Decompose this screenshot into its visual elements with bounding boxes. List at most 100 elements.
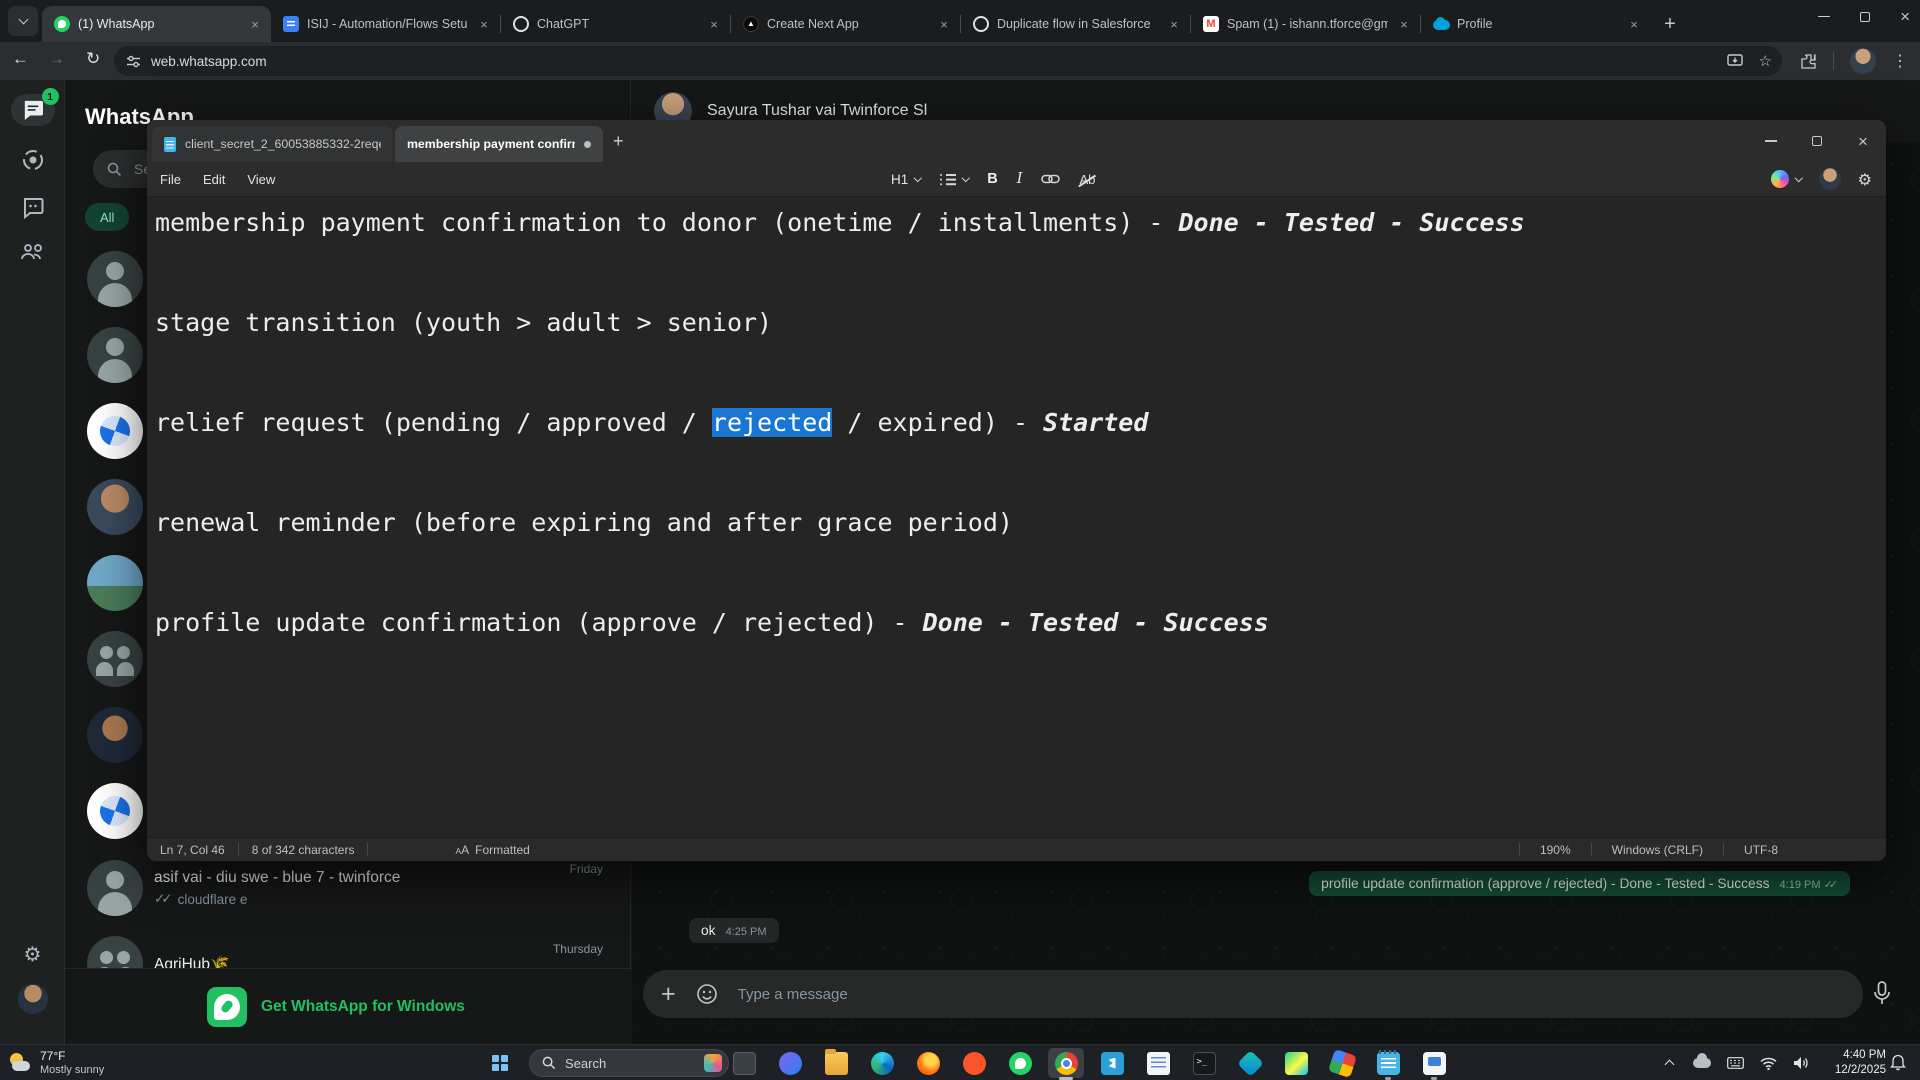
install-app-icon[interactable]: [1727, 54, 1743, 68]
forward-button[interactable]: →: [48, 49, 65, 69]
taskbar-app-devtool[interactable]: [1227, 1045, 1273, 1080]
browser-tab-6[interactable]: Spam (1) - ishann.tforce@gmai×: [1191, 6, 1420, 42]
taskbar-app-google-app[interactable]: [1319, 1045, 1365, 1080]
status-line-endings[interactable]: Windows (CRLF): [1592, 843, 1723, 857]
status-encoding[interactable]: UTF-8: [1724, 843, 1798, 857]
tab-close-icon[interactable]: ×: [1626, 16, 1642, 32]
taskbar-app-vscode[interactable]: [1089, 1045, 1135, 1080]
clock-time: 4:40 PM: [1812, 1048, 1886, 1063]
message-outgoing[interactable]: profile update confirmation (approve / r…: [1309, 871, 1850, 896]
notepad-tab-membership[interactable]: membership payment confirmation: [395, 126, 603, 162]
start-button[interactable]: [492, 1055, 508, 1071]
back-button[interactable]: ←: [12, 49, 29, 69]
taskbar-app-pycharm[interactable]: [1273, 1045, 1319, 1080]
wifi-icon[interactable]: [1759, 1057, 1777, 1070]
minimize-icon[interactable]: [1748, 120, 1794, 162]
extensions-icon[interactable]: [1800, 53, 1817, 70]
google-app-icon: [1328, 1049, 1357, 1078]
weather-condition: Mostly sunny: [40, 1064, 104, 1078]
menu-edit[interactable]: Edit: [192, 172, 236, 187]
get-whatsapp-banner[interactable]: Get WhatsApp for Windows: [65, 968, 631, 1044]
reload-button[interactable]: ↻: [86, 49, 100, 69]
taskbar-clock[interactable]: 4:40 PM 12/2/2025: [1812, 1048, 1886, 1078]
chat-timestamp: Thursday: [553, 942, 603, 956]
message-input[interactable]: + Type a message: [643, 970, 1863, 1018]
browser-tab-1[interactable]: (1) WhatsApp×: [42, 6, 271, 42]
taskbar-app-firefox[interactable]: [905, 1045, 951, 1080]
mic-icon[interactable]: [1872, 981, 1892, 1007]
address-bar[interactable]: web.whatsapp.com ☆: [114, 46, 1782, 76]
browser-tab-5[interactable]: Duplicate flow in Salesforce×: [961, 6, 1190, 42]
taskbar-app-edge[interactable]: [859, 1045, 905, 1080]
touch-keyboard-icon[interactable]: [1726, 1057, 1744, 1069]
taskbar-app-brave[interactable]: [951, 1045, 997, 1080]
tab-close-icon[interactable]: ×: [1396, 16, 1412, 32]
menu-file[interactable]: File: [149, 172, 192, 187]
sidebar-item-communities[interactable]: [0, 240, 65, 262]
browser-tab-7[interactable]: Profile×: [1421, 6, 1650, 42]
close-icon[interactable]: ×: [1900, 8, 1910, 25]
italic-button[interactable]: I: [1017, 171, 1023, 187]
menu-view[interactable]: View: [236, 172, 286, 187]
chat-list-item-asif[interactable]: asif vai - diu swe - blue 7 - twinforce …: [65, 850, 631, 926]
sidebar-item-settings[interactable]: ⚙: [0, 942, 65, 967]
new-tab-button[interactable]: +: [1656, 10, 1684, 38]
taskbar-app-whatsapp-desktop[interactable]: [997, 1045, 1043, 1080]
browser-tab-2[interactable]: ISIJ - Automation/Flows Setup -×: [271, 6, 500, 42]
sidebar-profile[interactable]: [0, 984, 65, 1014]
close-icon[interactable]: ×: [1840, 120, 1886, 162]
taskbar-app-desktops[interactable]: [721, 1045, 767, 1080]
tab-close-icon[interactable]: ×: [706, 16, 722, 32]
notepad-new-tab-button[interactable]: +: [613, 132, 624, 150]
maximize-icon[interactable]: [1794, 120, 1840, 162]
heading-dropdown[interactable]: H1: [891, 172, 921, 187]
taskbar-app-terminal[interactable]: [1181, 1045, 1227, 1080]
message-incoming[interactable]: ok 4:25 PM: [689, 918, 779, 943]
tab-close-icon[interactable]: ×: [1166, 16, 1182, 32]
tab-search-button[interactable]: [8, 6, 38, 36]
filter-all-pill[interactable]: All: [85, 203, 129, 231]
notepad-editor[interactable]: membership payment confirmation to donor…: [147, 198, 1886, 837]
taskbar-app-taskpro[interactable]: [1411, 1045, 1457, 1080]
taskbar-app-file-explorer[interactable]: [813, 1045, 859, 1080]
status-icon: [21, 148, 45, 172]
volume-icon[interactable]: [1792, 1056, 1810, 1070]
status-formatted[interactable]: AAFormatted: [442, 843, 542, 857]
browser-menu-icon[interactable]: ⋮: [1892, 51, 1908, 71]
account-avatar[interactable]: [1819, 168, 1841, 190]
clear-formatting-button[interactable]: Ab: [1079, 172, 1095, 187]
bold-button[interactable]: B: [987, 171, 997, 187]
tab-close-icon[interactable]: ×: [476, 16, 492, 32]
bookmark-star-icon[interactable]: ☆: [1759, 52, 1772, 70]
browser-tab-4[interactable]: Create Next App×: [731, 6, 960, 42]
sidebar-item-chats[interactable]: 1: [0, 94, 65, 126]
message-text: profile update confirmation (approve / r…: [1321, 876, 1769, 891]
taskbar-app-chrome[interactable]: [1043, 1045, 1089, 1080]
emoji-icon[interactable]: [696, 983, 718, 1005]
taskbar-app-docs[interactable]: [1135, 1045, 1181, 1080]
url-text[interactable]: web.whatsapp.com: [151, 54, 1711, 69]
tab-close-icon[interactable]: ×: [936, 16, 952, 32]
site-settings-icon[interactable]: [126, 54, 141, 69]
list-dropdown[interactable]: [940, 173, 969, 186]
taskbar-app-notepad[interactable]: [1365, 1045, 1411, 1080]
attach-icon[interactable]: +: [661, 982, 676, 1007]
sidebar-item-channels[interactable]: [0, 196, 65, 220]
notepad-tab-client-secret[interactable]: client_secret_2_60053885332-2reqe52rribc: [152, 126, 393, 162]
maximize-icon[interactable]: [1860, 12, 1870, 22]
taskbar-weather-widget[interactable]: 77°F Mostly sunny: [8, 1045, 104, 1080]
browser-tab-3[interactable]: ChatGPT×: [501, 6, 730, 42]
notification-bell-icon[interactable]: [1890, 1054, 1906, 1071]
tray-overflow-button[interactable]: [1660, 1058, 1678, 1068]
status-zoom-level[interactable]: 190%: [1520, 843, 1591, 857]
tab-close-icon[interactable]: ×: [247, 16, 263, 32]
sidebar-item-status[interactable]: [0, 148, 65, 172]
settings-gear-icon[interactable]: ⚙: [1858, 170, 1872, 189]
taskbar-search[interactable]: Search: [529, 1049, 729, 1077]
copilot-button[interactable]: [1771, 170, 1802, 188]
browser-profile-avatar[interactable]: [1850, 48, 1876, 74]
onedrive-cloud-icon[interactable]: [1693, 1058, 1711, 1068]
link-button[interactable]: [1041, 173, 1060, 185]
taskbar-app-phone-link[interactable]: [767, 1045, 813, 1080]
minimize-icon[interactable]: [1818, 16, 1830, 17]
